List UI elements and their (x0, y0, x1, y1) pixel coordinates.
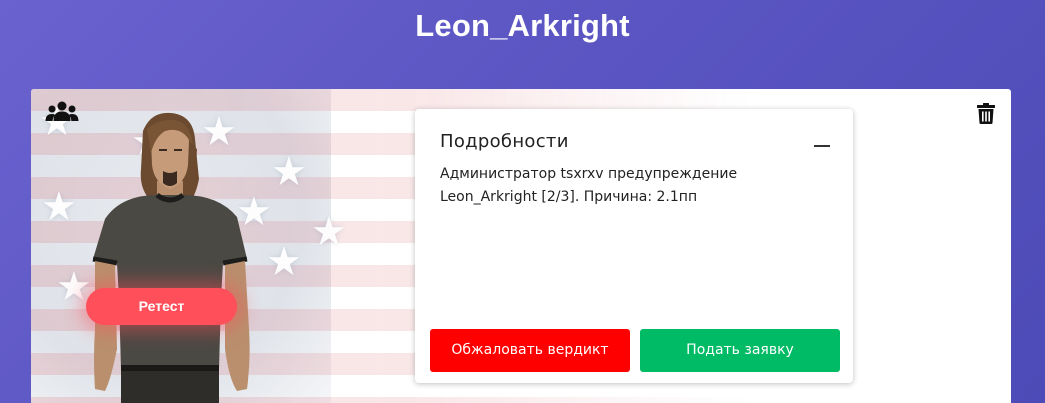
retest-button[interactable]: Ретест (86, 288, 237, 325)
details-text: Администратор tsxrxv предупреждение Leon… (440, 166, 738, 205)
trash-icon[interactable] (977, 103, 995, 124)
minus-icon[interactable] (814, 135, 830, 149)
flag-star: ★ (311, 210, 347, 254)
submit-application-button[interactable]: Подать заявку (640, 329, 840, 372)
character-avatar (92, 112, 250, 403)
users-icon[interactable] (45, 101, 79, 123)
player-card: ★ ★ ★ ★ ★ ★ ★ ★ ★ ★ (31, 89, 1011, 403)
flag-star: ★ (41, 185, 77, 229)
appeal-verdict-button[interactable]: Обжаловать вердикт (430, 329, 630, 372)
details-panel: Подробности Администратор tsxrxv предупр… (415, 109, 853, 383)
details-title: Подробности (440, 131, 569, 152)
page-title: Leon_Arkright (415, 8, 630, 43)
